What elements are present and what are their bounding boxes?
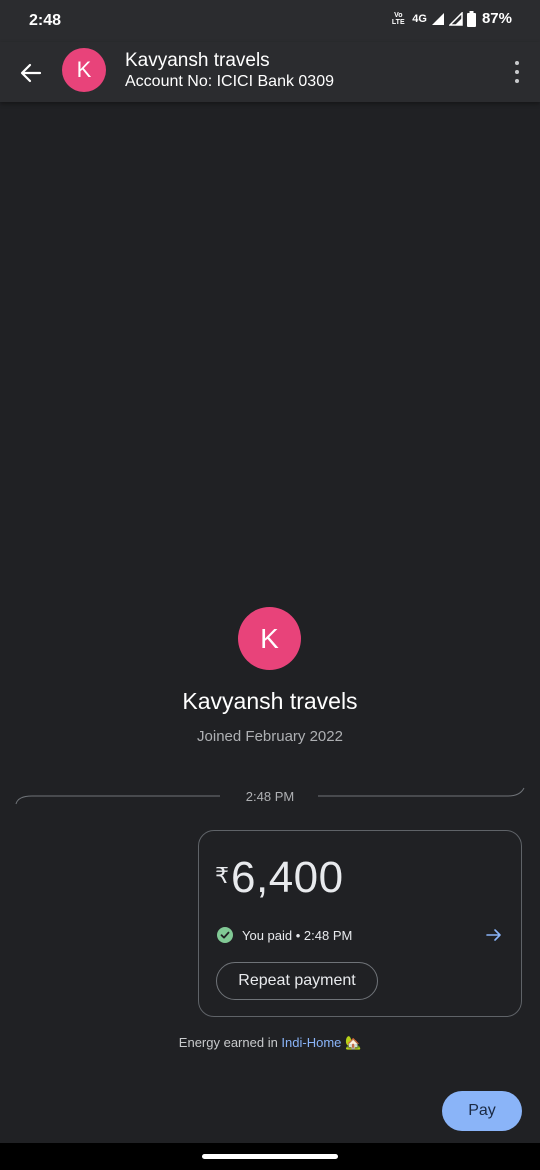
payment-amount: ₹ 6,400 — [215, 853, 344, 903]
payment-status: You paid • 2:48 PM — [217, 927, 352, 943]
battery-percent: 87% — [481, 10, 512, 27]
timeline-time: 2:48 PM — [245, 789, 295, 804]
profile-avatar: K — [238, 607, 301, 670]
pay-button[interactable]: Pay — [442, 1091, 522, 1131]
contact-avatar[interactable]: K — [62, 48, 106, 92]
home-gesture-handle[interactable] — [202, 1154, 338, 1159]
signal-icon — [431, 12, 444, 25]
check-circle-icon — [217, 927, 233, 943]
volte-icon: Vo LTE — [390, 12, 406, 26]
volte-top-label: Vo — [394, 11, 403, 19]
indi-home-link[interactable]: Indi-Home — [281, 1035, 341, 1050]
more-vert-dot — [515, 69, 519, 74]
energy-earned: Energy earned in Indi-Home 🏡 — [0, 1035, 540, 1051]
repeat-payment-button[interactable]: Repeat payment — [216, 962, 378, 1000]
contact-name[interactable]: Kavyansh travels — [125, 50, 270, 72]
app-bar: K Kavyansh travels Account No: ICICI Ban… — [0, 42, 540, 102]
battery-icon — [466, 10, 476, 27]
more-vert-dot — [515, 79, 519, 84]
status-time: 2:48 — [29, 12, 62, 29]
energy-prefix: Energy earned in — [178, 1035, 282, 1050]
arrow-left-icon — [20, 63, 42, 83]
navigation-bar — [0, 1143, 540, 1170]
volte-bottom-label: LTE — [391, 18, 405, 26]
more-vert-icon — [515, 60, 519, 65]
profile-name: Kavyansh travels — [182, 688, 358, 714]
house-icon: 🏡 — [345, 1035, 362, 1050]
currency-symbol: ₹ — [215, 863, 229, 888]
status-icons: Vo LTE 4G 87% — [390, 10, 512, 27]
joined-date: Joined February 2022 — [197, 728, 343, 745]
account-number: Account No: ICICI Bank 0309 — [125, 73, 334, 90]
more-options-button[interactable] — [512, 58, 522, 86]
signal-2-icon — [448, 11, 463, 26]
paid-status-text: You paid • 2:48 PM — [242, 927, 353, 943]
amount-value: 6,400 — [231, 853, 344, 902]
arrow-right-icon[interactable] — [485, 927, 503, 943]
payment-card[interactable]: ₹ 6,400 You paid • 2:48 PM Repeat paymen… — [198, 830, 522, 1017]
back-button[interactable] — [16, 58, 46, 88]
status-bar: 2:48 Vo LTE 4G 87% — [0, 0, 540, 42]
network-type: 4G — [412, 12, 427, 25]
